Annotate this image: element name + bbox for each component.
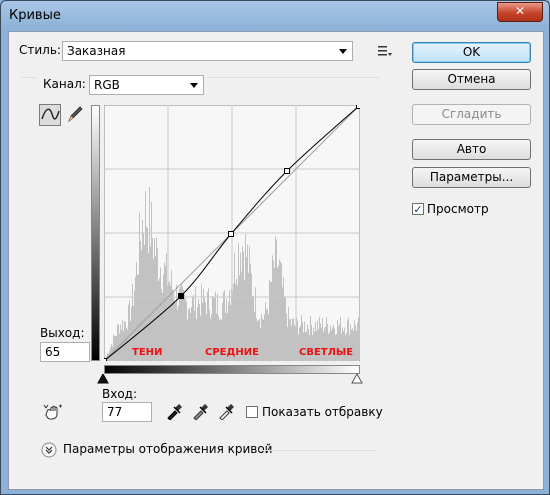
group-border-right (207, 77, 379, 78)
style-value: Заказная (67, 44, 126, 58)
channel-select[interactable]: RGB (89, 75, 204, 95)
window-title: Кривые (9, 8, 61, 23)
output-field[interactable]: 65 (40, 342, 90, 362)
preview-label: Просмотр (427, 202, 489, 216)
gray-eyedropper-icon[interactable] (191, 402, 209, 420)
style-select[interactable]: Заказная (62, 41, 353, 61)
clipping-label: Показать отбравку (262, 405, 383, 419)
channel-value: RGB (94, 78, 120, 92)
title-bar[interactable]: Кривые ✕ (1, 1, 549, 31)
pencil-icon[interactable] (66, 104, 84, 124)
curve-point[interactable] (284, 168, 290, 174)
curve-points-icon[interactable] (39, 104, 61, 126)
curve-point[interactable] (104, 358, 107, 362)
smooth-button[interactable]: Сгладить (412, 104, 531, 125)
close-button[interactable]: ✕ (497, 2, 543, 22)
chevron-expand-icon[interactable] (41, 442, 57, 458)
curve-point[interactable] (356, 105, 361, 109)
output-gradient-bar (91, 105, 100, 361)
curve-point-selected[interactable] (178, 293, 184, 299)
input-gradient-bar (104, 365, 360, 374)
cancel-button[interactable]: Отмена (412, 69, 531, 90)
style-label: Стиль: (19, 43, 61, 57)
midtones-zone-label: СРЕДНИЕ (205, 347, 259, 358)
curve-display-divider (259, 450, 376, 451)
black-eyedropper-icon[interactable] (165, 402, 183, 420)
chevron-down-icon (339, 49, 347, 54)
input-label: Вход: (102, 387, 138, 401)
ok-button[interactable]: OK (412, 42, 531, 63)
on-image-adjust-icon[interactable] (42, 402, 64, 420)
white-point-slider[interactable] (351, 374, 363, 384)
options-button[interactable]: Параметры... (412, 167, 531, 188)
channel-label: Канал: (43, 77, 86, 91)
curves-graph[interactable]: ТЕНИ СРЕДНИЕ СВЕТЛЫЕ (104, 105, 360, 361)
chevron-down-icon (190, 83, 198, 88)
input-field[interactable]: 77 (102, 402, 152, 422)
auto-button[interactable]: Авто (412, 139, 531, 160)
dialog-body: Стиль: Заказная Канал: RGB ТЕНИ СРЕДНИЕ … (8, 31, 544, 490)
preset-options-icon[interactable] (377, 44, 393, 58)
group-border-left (22, 77, 36, 78)
black-point-slider[interactable] (97, 374, 109, 384)
preview-checkbox[interactable]: ✓ (412, 203, 424, 215)
clipping-checkbox[interactable] (246, 406, 258, 418)
curves-dialog: Кривые ✕ Стиль: Заказная Канал: RGB ТЕНИ… (0, 0, 550, 495)
white-eyedropper-icon[interactable] (217, 402, 235, 420)
curve-point[interactable] (228, 231, 234, 237)
curve-display-options-label[interactable]: Параметры отображения кривой (63, 442, 272, 456)
output-label: Выход: (40, 326, 85, 340)
shadows-zone-label: ТЕНИ (132, 347, 162, 358)
highlights-zone-label: СВЕТЛЫЕ (299, 347, 353, 358)
